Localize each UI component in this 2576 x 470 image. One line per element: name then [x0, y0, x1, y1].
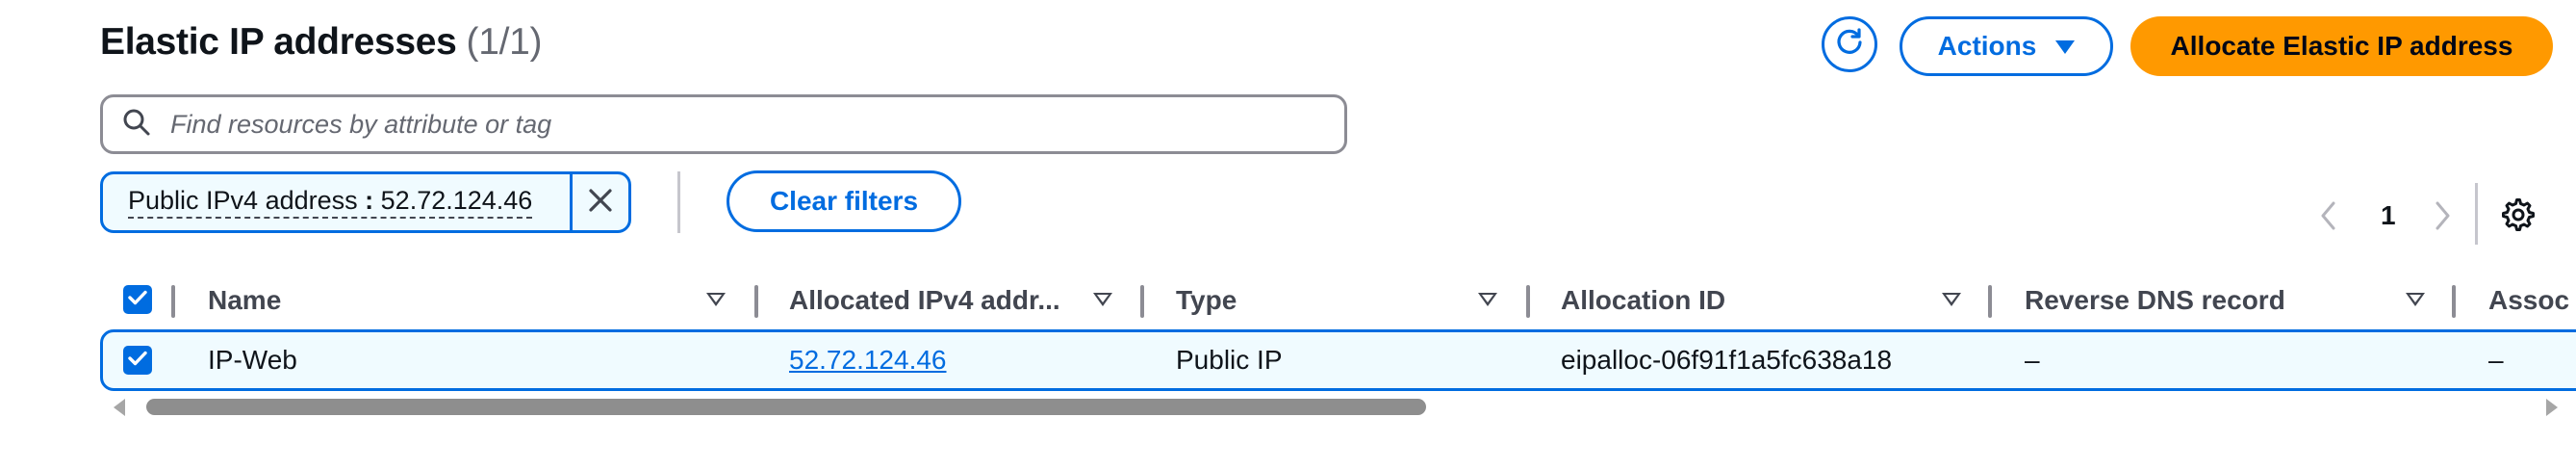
table-row[interactable]: IP-Web 52.72.124.46 Public IP eipalloc-0… — [100, 329, 2576, 391]
cell-allocated-ipv4: 52.72.124.46 — [789, 332, 947, 388]
page-title-text: Elastic IP addresses — [100, 21, 457, 63]
item-count: (1/1) — [466, 21, 543, 63]
cell-name: IP-Web — [208, 345, 297, 375]
column-header-name[interactable]: Name — [208, 274, 281, 327]
sort-caret-icon — [706, 293, 726, 306]
sort-reverse-dns-button[interactable] — [2406, 274, 2425, 327]
column-header-label: Type — [1176, 285, 1237, 315]
sort-caret-icon — [2406, 293, 2425, 306]
scrollbar-thumb[interactable] — [146, 399, 1426, 415]
cell-allocation-id: eipalloc-06f91f1a5fc638a18 — [1561, 345, 1893, 375]
clear-filters-label: Clear filters — [769, 186, 919, 216]
select-all-checkbox[interactable] — [123, 285, 152, 314]
checkmark-icon — [128, 290, 147, 310]
divider — [677, 171, 680, 233]
filter-token: Public IPv4 address : 52.72.124.46 — [100, 171, 631, 233]
column-separator[interactable] — [1140, 285, 1144, 318]
scroll-right-arrow-icon[interactable] — [2546, 399, 2558, 416]
sort-caret-icon — [1478, 293, 1497, 306]
sort-type-button[interactable] — [1478, 274, 1497, 327]
remove-filter-button[interactable] — [570, 174, 628, 230]
column-header-label: Name — [208, 285, 282, 315]
page-title: Elastic IP addresses (1/1) — [100, 21, 543, 64]
column-separator[interactable] — [2452, 285, 2456, 318]
column-header-label: Allocated IPv4 addr... — [789, 285, 1060, 315]
sort-ipv4-button[interactable] — [1093, 274, 1112, 327]
filter-token-label[interactable]: Public IPv4 address : 52.72.124.46 — [103, 174, 570, 230]
horizontal-scrollbar[interactable] — [100, 391, 2573, 424]
sort-caret-icon — [1093, 293, 1112, 306]
filter-token-value: 52.72.124.46 — [380, 186, 533, 215]
sort-name-button[interactable] — [706, 274, 726, 327]
column-header-association[interactable]: Assoc — [2488, 274, 2569, 327]
checkmark-icon — [128, 351, 147, 371]
column-header-label: Allocation ID — [1561, 285, 1726, 315]
cell-reverse-dns: – — [2025, 345, 2040, 375]
table-preferences-button[interactable] — [2502, 198, 2535, 236]
search-icon — [122, 108, 151, 142]
refresh-icon — [1833, 26, 1866, 64]
row-checkbox[interactable] — [123, 346, 152, 375]
next-page-button[interactable] — [2433, 200, 2452, 236]
sort-caret-icon — [1942, 293, 1961, 306]
caret-down-icon — [2055, 40, 2076, 54]
column-header-type[interactable]: Type — [1176, 274, 1237, 327]
filter-token-key: Public IPv4 address — [128, 186, 358, 215]
allocate-elastic-ip-button[interactable]: Allocate Elastic IP address — [2130, 16, 2553, 76]
scroll-left-arrow-icon[interactable] — [114, 399, 125, 416]
search-input[interactable] — [168, 108, 1344, 141]
sort-allocation-id-button[interactable] — [1942, 274, 1961, 327]
search-box[interactable] — [100, 94, 1347, 154]
filter-token-operator: : — [365, 186, 374, 215]
column-separator[interactable] — [1526, 285, 1530, 318]
ipv4-address-link[interactable]: 52.72.124.46 — [789, 345, 947, 376]
column-header-reverse-dns[interactable]: Reverse DNS record — [2025, 274, 2285, 327]
cell-type: Public IP — [1176, 345, 1283, 375]
column-header-label: Reverse DNS record — [2025, 285, 2285, 315]
chevron-right-icon — [2433, 201, 2452, 235]
column-header-allocation-id[interactable]: Allocation ID — [1561, 274, 1725, 327]
clear-filters-button[interactable]: Clear filters — [727, 170, 961, 232]
table-header: Name Allocated IPv4 addr... Type Allocat… — [100, 274, 2576, 327]
column-separator — [171, 285, 175, 318]
column-header-label: Assoc — [2488, 285, 2570, 315]
allocate-label: Allocate Elastic IP address — [2170, 31, 2513, 61]
actions-label: Actions — [1937, 31, 2037, 61]
gear-icon — [2502, 198, 2535, 235]
actions-dropdown-button[interactable]: Actions — [1900, 16, 2113, 76]
column-header-allocated-ipv4[interactable]: Allocated IPv4 addr... — [789, 274, 1060, 327]
refresh-button[interactable] — [1822, 16, 1877, 72]
cell-association: – — [2488, 345, 2504, 375]
column-separator[interactable] — [754, 285, 758, 318]
current-page-number[interactable]: 1 — [2381, 200, 2396, 231]
column-separator[interactable] — [1988, 285, 1992, 318]
pagination-divider — [2475, 183, 2478, 245]
close-icon — [588, 188, 613, 218]
previous-page-button[interactable] — [2319, 200, 2338, 236]
chevron-left-icon — [2319, 201, 2338, 235]
